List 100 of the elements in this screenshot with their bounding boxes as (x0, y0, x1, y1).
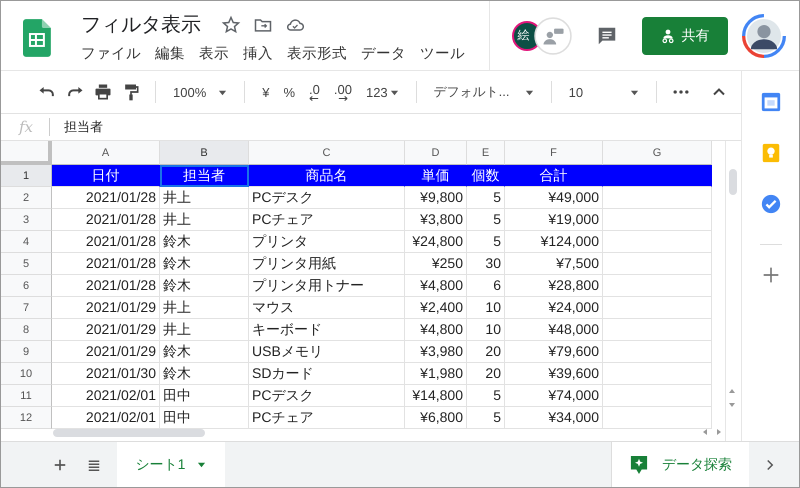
table-cell: ¥48,000 (505, 319, 603, 341)
table-cell: 10 (467, 297, 505, 319)
table-cell: 2021/01/28 (52, 275, 160, 297)
table-cell: プリンタ用紙 (249, 253, 405, 275)
table-cell: 2021/01/28 (52, 209, 160, 231)
table-cell: 2021/01/28 (52, 231, 160, 253)
table-cell: 2021/01/29 (52, 341, 160, 363)
column-header[interactable]: A (52, 141, 160, 165)
table-cell: プリンタ (249, 231, 405, 253)
collaborator-icon[interactable] (534, 16, 572, 54)
row-header[interactable]: 2 (1, 187, 52, 209)
star-icon[interactable] (220, 14, 241, 34)
row-header[interactable]: 5 (1, 253, 52, 275)
table-cell: PCデスク (249, 385, 405, 407)
font-size-dropdown[interactable]: 10 (566, 84, 642, 100)
row-header[interactable]: 4 (1, 231, 52, 253)
table-cell: ¥9,800 (405, 187, 467, 209)
row-header[interactable]: 8 (1, 319, 52, 341)
column-header[interactable]: F (505, 141, 603, 165)
scroll-right-icon[interactable] (715, 428, 723, 436)
table-cell: 井上 (160, 319, 249, 341)
menu-item[interactable]: ツール (420, 44, 465, 63)
row-header[interactable]: 3 (1, 209, 52, 231)
row-header[interactable]: 12 (1, 407, 52, 429)
increase-decimal-button[interactable]: .00 (330, 83, 355, 101)
share-button[interactable]: 共有 (642, 16, 728, 54)
table-cell: キーボード (249, 319, 405, 341)
column-header[interactable]: B (160, 141, 249, 165)
sheets-logo-icon[interactable] (23, 19, 51, 57)
scrollbar-thumb[interactable] (53, 429, 205, 437)
row-header[interactable]: 1 (1, 165, 52, 187)
row-header[interactable]: 10 (1, 363, 52, 385)
caret-icon (390, 88, 399, 96)
table-cell: ¥34,000 (505, 407, 603, 429)
menu-item[interactable]: 編集 (154, 44, 185, 63)
scrollbar-thumb[interactable] (729, 169, 738, 195)
scroll-left-icon[interactable] (701, 428, 709, 436)
table-cell: 2021/01/29 (52, 319, 160, 341)
table-cell: 5 (467, 187, 505, 209)
menu-item[interactable]: 挿入 (242, 44, 273, 63)
print-icon[interactable] (93, 82, 113, 102)
table-cell: ¥39,600 (505, 363, 603, 385)
table-cell: 6 (467, 275, 505, 297)
column-header[interactable]: G (603, 141, 712, 165)
header-cell: 商品名 (249, 165, 405, 187)
row-header[interactable]: 7 (1, 297, 52, 319)
scroll-down-icon[interactable] (728, 401, 736, 409)
header-cell: 単価 (405, 165, 467, 187)
table-cell: PCチェア (249, 407, 405, 429)
table-cell: 2021/01/30 (52, 363, 160, 385)
row-header[interactable]: 6 (1, 275, 52, 297)
menu-item[interactable]: ファイル (80, 44, 141, 63)
table-cell: ¥24,000 (505, 297, 603, 319)
table-cell: マウス (249, 297, 405, 319)
table-cell: ¥7,500 (505, 253, 603, 275)
column-header[interactable]: D (405, 141, 467, 165)
row-header[interactable]: 9 (1, 341, 52, 363)
explore-button[interactable]: データ探索 (611, 442, 749, 487)
sheet-tab[interactable]: シート1 (117, 442, 225, 487)
profile-avatar[interactable] (742, 14, 786, 58)
header-cell: 合計 (505, 165, 603, 187)
calendar-icon[interactable] (760, 91, 782, 113)
table-cell: ¥2,400 (405, 297, 467, 319)
table-cell: ¥49,000 (505, 187, 603, 209)
zoom-dropdown[interactable]: 100% (170, 84, 230, 100)
table-cell: 井上 (160, 209, 249, 231)
document-title[interactable]: フィルタ表示 (80, 11, 201, 38)
decrease-decimal-button[interactable]: .0 (306, 83, 323, 101)
currency-button[interactable]: ¥ (259, 84, 272, 100)
caret-icon (524, 88, 534, 96)
percent-button[interactable]: % (280, 84, 298, 100)
scroll-up-icon[interactable] (728, 387, 736, 395)
arrow-right-icon (338, 96, 348, 101)
table-cell: ¥1,980 (405, 363, 467, 385)
column-header[interactable]: C (249, 141, 405, 165)
table-cell: 5 (467, 231, 505, 253)
table-cell: 鈴木 (160, 253, 249, 275)
table-cell: ¥19,000 (505, 209, 603, 231)
menu-item[interactable]: 表示 (198, 44, 229, 63)
menu-item[interactable]: データ (360, 44, 406, 63)
table-cell: ¥250 (405, 253, 467, 275)
column-header[interactable]: E (467, 141, 505, 165)
formula-input[interactable]: 担当者 (64, 118, 103, 136)
table-cell: 2021/01/29 (52, 297, 160, 319)
table-cell: ¥74,000 (505, 385, 603, 407)
table-cell: プリンタ用トナー (249, 275, 405, 297)
table-cell: 田中 (160, 385, 249, 407)
number-format-dropdown[interactable]: 123 (362, 84, 402, 100)
sparkle-icon (630, 454, 648, 474)
font-dropdown[interactable]: デフォルト... (430, 83, 537, 101)
table-cell: 2021/01/28 (52, 187, 160, 209)
table-cell: ¥24,800 (405, 231, 467, 253)
menu-item[interactable]: 表示形式 (286, 44, 347, 63)
table-cell: ¥4,800 (405, 275, 467, 297)
table-cell: ¥4,800 (405, 319, 467, 341)
caret-icon (197, 460, 206, 469)
table-cell: ¥6,800 (405, 407, 467, 429)
check-icon[interactable] (760, 193, 782, 215)
table-cell: 鈴木 (160, 341, 249, 363)
row-header[interactable]: 11 (1, 385, 52, 407)
